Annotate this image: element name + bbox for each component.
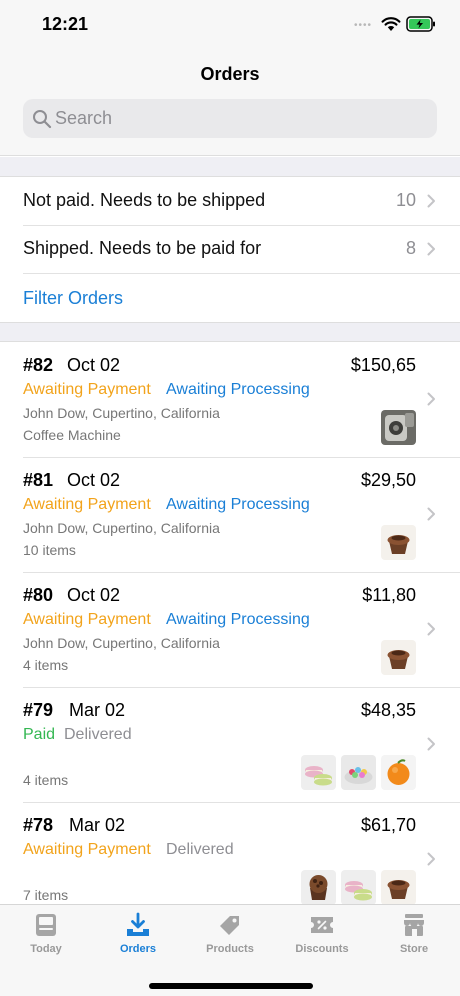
order-number: #82 <box>23 355 54 375</box>
tab-bar: Today Orders Products Discounts Store <box>0 904 460 996</box>
search-icon <box>33 110 52 129</box>
status-bar: 12:21 •••• <box>0 0 460 50</box>
chevron-right-icon <box>427 392 435 406</box>
tab-products[interactable]: Products <box>184 905 276 965</box>
order-date: Mar 02 <box>69 700 126 720</box>
chevron-right-icon <box>427 737 435 751</box>
filter-label: Not paid. Needs to be shipped <box>23 190 266 210</box>
order-items: 10 items <box>23 542 76 558</box>
tab-label: Store <box>399 943 429 955</box>
order-customer: John Dow, Cupertino, California <box>23 405 220 421</box>
battery-charging-icon <box>406 16 435 32</box>
payment-status: Awaiting Payment <box>23 496 151 513</box>
tab-label: Orders <box>119 943 157 955</box>
today-icon <box>36 914 56 936</box>
tab-store[interactable]: Store <box>368 905 460 965</box>
search-input[interactable] <box>55 99 425 138</box>
discount-icon <box>311 917 333 933</box>
fulfillment-status: Delivered <box>64 726 132 743</box>
order-row[interactable]: #78 Mar 02 $61,70 Awaiting Payment Deliv… <box>0 803 460 904</box>
order-total: $11,80 <box>362 585 416 605</box>
divider <box>23 273 460 274</box>
order-date: Oct 02 <box>67 355 121 375</box>
product-thumbnail-cupcake <box>381 870 416 904</box>
home-indicator[interactable] <box>149 983 313 989</box>
signal-dots: •••• <box>354 20 373 31</box>
tab-label: Today <box>30 943 62 955</box>
order-total: $150,65 <box>350 355 416 375</box>
tab-label: Products <box>206 943 254 955</box>
payment-status: Paid <box>23 726 56 743</box>
tab-today[interactable]: Today <box>0 905 92 965</box>
chevron-right-icon <box>427 194 435 208</box>
order-row[interactable]: #80 Oct 02 $11,80 Awaiting Payment Await… <box>0 573 460 688</box>
wifi-icon <box>381 17 401 31</box>
fulfillment-status: Awaiting Processing <box>166 611 310 628</box>
filter-orders-link[interactable]: Filter Orders <box>23 288 123 309</box>
order-date: Mar 02 <box>69 815 126 835</box>
fulfillment-status: Awaiting Processing <box>166 496 310 513</box>
product-thumbnail-cupcake <box>381 640 416 675</box>
order-number: #78 <box>23 815 54 835</box>
payment-status: Awaiting Payment <box>23 611 151 628</box>
section-gap <box>0 157 460 177</box>
product-thumbnail-macarons <box>341 870 376 904</box>
order-total: $48,35 <box>360 700 416 720</box>
product-thumbnail-macarons <box>301 755 336 790</box>
fulfillment-status: Delivered <box>166 841 234 858</box>
product-thumbnail-coffee-machine <box>381 410 416 445</box>
order-total: $29,50 <box>360 470 416 490</box>
filter-count: 10 <box>395 190 416 210</box>
section-gap <box>0 322 460 342</box>
filter-row-not-paid[interactable]: Not paid. Needs to be shipped 10 <box>0 178 460 226</box>
filter-count: 8 <box>405 238 416 258</box>
payment-status: Awaiting Payment <box>23 841 151 858</box>
order-number: #81 <box>23 470 54 490</box>
product-thumbnail-muffin <box>301 870 336 904</box>
tab-orders[interactable]: Orders <box>92 905 184 965</box>
chevron-right-icon <box>427 622 435 636</box>
page-title: Orders <box>200 64 260 84</box>
order-items: 4 items <box>23 772 69 788</box>
order-row[interactable]: #79 Mar 02 $48,35 Paid Delivered 4 items <box>0 688 460 803</box>
navigation-header: Orders <box>0 50 460 156</box>
chevron-right-icon <box>427 507 435 521</box>
order-date: Oct 02 <box>67 470 121 490</box>
order-customer: John Dow, Cupertino, California <box>23 520 220 536</box>
tag-icon <box>220 916 239 935</box>
payment-status: Awaiting Payment <box>23 381 151 398</box>
order-row[interactable]: #81 Oct 02 $29,50 Awaiting Payment Await… <box>0 458 460 573</box>
order-items: 4 items <box>23 657 69 673</box>
product-thumbnail-candy-bowl <box>341 755 376 790</box>
order-date: Oct 02 <box>67 585 121 605</box>
fulfillment-status: Awaiting Processing <box>166 381 310 398</box>
chevron-right-icon <box>427 852 435 866</box>
filter-section: Not paid. Needs to be shipped 10 Shipped… <box>0 178 460 322</box>
store-icon <box>404 914 424 936</box>
orders-download-icon <box>127 912 149 936</box>
status-time: 12:21 <box>42 14 89 34</box>
orders-list: #82 Oct 02 $150,65 Awaiting Payment Awai… <box>0 343 460 904</box>
order-items: Coffee Machine <box>23 427 121 443</box>
search-bar[interactable] <box>23 99 437 138</box>
tab-label: Discounts <box>295 943 349 955</box>
order-row[interactable]: #82 Oct 02 $150,65 Awaiting Payment Awai… <box>0 343 460 458</box>
tab-discounts[interactable]: Discounts <box>276 905 368 965</box>
order-number: #80 <box>23 585 54 605</box>
order-total: $61,70 <box>360 815 416 835</box>
order-items: 7 items <box>23 887 69 903</box>
product-thumbnail-cupcake <box>381 525 416 560</box>
product-thumbnail-orange <box>381 755 416 790</box>
order-customer: John Dow, Cupertino, California <box>23 635 220 651</box>
filter-label: Shipped. Needs to be paid for <box>23 238 262 258</box>
chevron-right-icon <box>427 242 435 256</box>
filter-row-shipped[interactable]: Shipped. Needs to be paid for 8 <box>0 226 460 274</box>
order-number: #79 <box>23 700 54 720</box>
